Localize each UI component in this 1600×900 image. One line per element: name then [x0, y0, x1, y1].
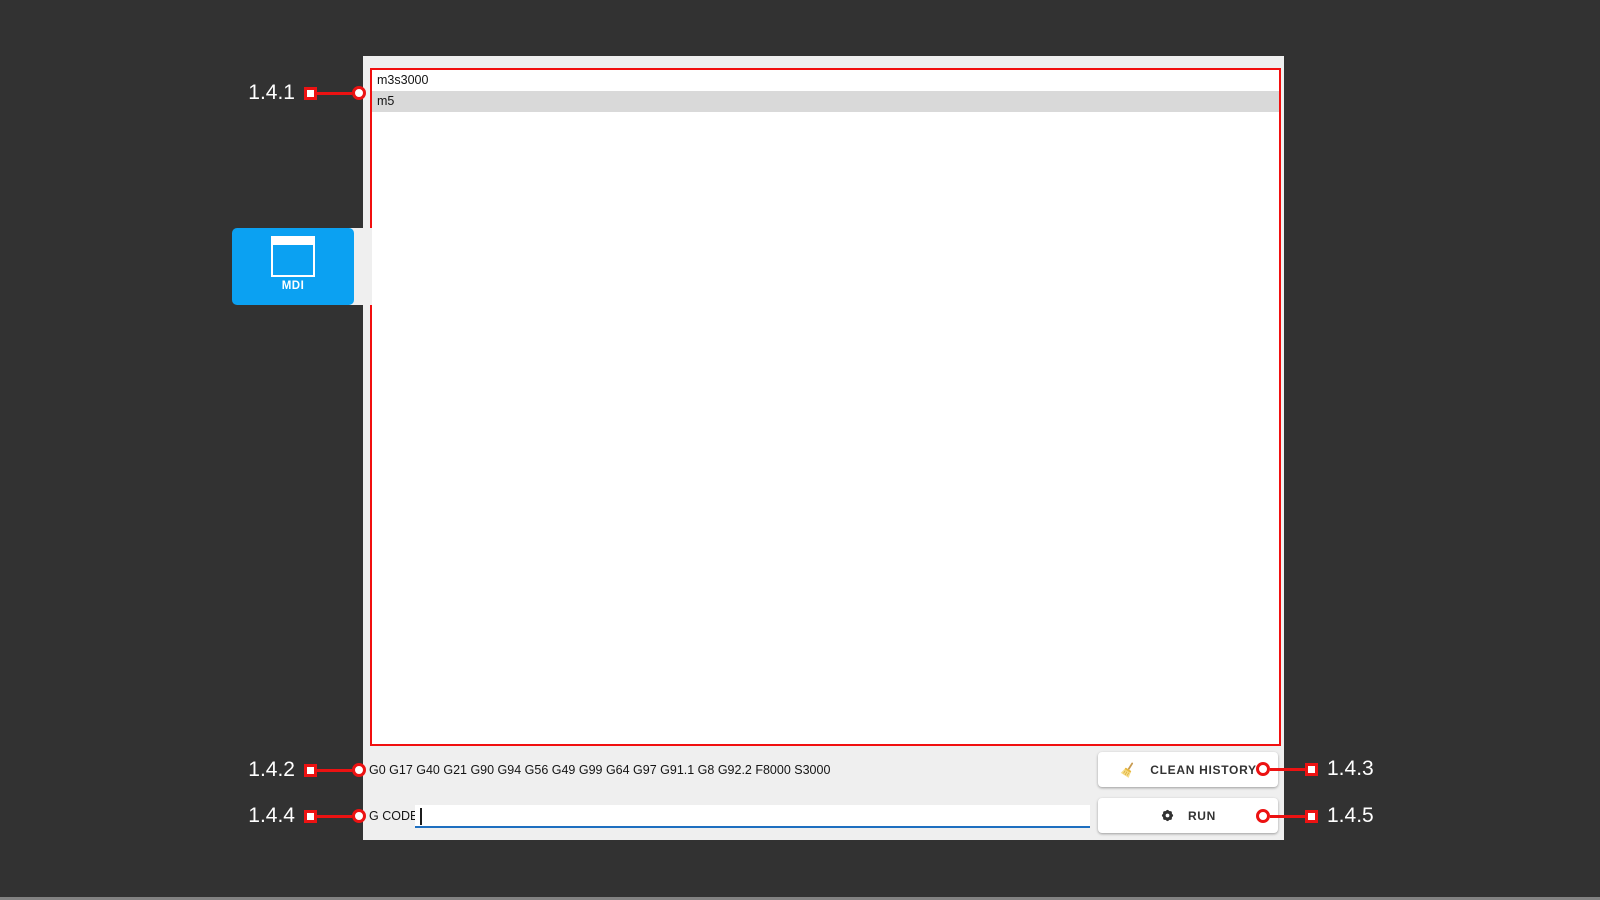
run-button[interactable]: RUN — [1098, 798, 1278, 833]
callout-1-4-4: 1.4.4 — [234, 802, 366, 830]
text-caret — [420, 808, 422, 825]
callout-circle-marker — [352, 86, 366, 100]
callout-square-marker — [1305, 810, 1318, 823]
mdi-history-list[interactable]: m3s3000 m5 — [370, 68, 1281, 746]
callout-line — [1270, 815, 1305, 818]
callout-line — [317, 769, 352, 772]
callout-1-4-5: 1.4.5 — [1256, 802, 1374, 830]
callout-line — [317, 92, 352, 95]
callout-square-marker — [304, 87, 317, 100]
callout-label: 1.4.2 — [234, 758, 295, 782]
screenshot-stage: m3s3000 m5 MDI G0 G17 G40 G21 G90 G94 G5… — [0, 0, 1600, 900]
active-gcodes-status-line: G0 G17 G40 G21 G90 G94 G56 G49 G99 G64 G… — [369, 763, 830, 777]
callout-square-marker — [304, 810, 317, 823]
clean-history-button[interactable]: CLEAN HISTORY — [1098, 752, 1278, 787]
gcode-input[interactable] — [415, 805, 1090, 828]
gcode-label: G CODE: — [369, 809, 422, 823]
history-row[interactable]: m3s3000 — [372, 70, 1279, 91]
callout-1-4-3: 1.4.3 — [1256, 755, 1374, 783]
run-button-label: RUN — [1188, 809, 1216, 823]
callout-label: 1.4.4 — [234, 804, 295, 828]
gear-icon — [1160, 808, 1175, 823]
callout-1-4-2: 1.4.2 — [234, 756, 366, 784]
callout-line — [1270, 768, 1305, 771]
callout-1-4-1: 1.4.1 — [234, 79, 366, 107]
callout-label: 1.4.5 — [1327, 804, 1374, 828]
tab-mdi[interactable]: MDI — [232, 228, 354, 305]
callout-circle-marker — [1256, 809, 1270, 823]
callout-line — [317, 815, 352, 818]
clean-history-button-label: CLEAN HISTORY — [1150, 763, 1256, 777]
callout-circle-marker — [352, 809, 366, 823]
callout-circle-marker — [1256, 762, 1270, 776]
history-row-selected[interactable]: m5 — [372, 91, 1279, 112]
callout-label: 1.4.3 — [1327, 757, 1374, 781]
callout-square-marker — [304, 764, 317, 777]
broom-icon — [1119, 761, 1137, 779]
callout-circle-marker — [352, 763, 366, 777]
callout-label: 1.4.1 — [234, 81, 295, 105]
window-icon — [271, 236, 315, 277]
tab-mdi-label: MDI — [282, 280, 305, 292]
callout-square-marker — [1305, 763, 1318, 776]
